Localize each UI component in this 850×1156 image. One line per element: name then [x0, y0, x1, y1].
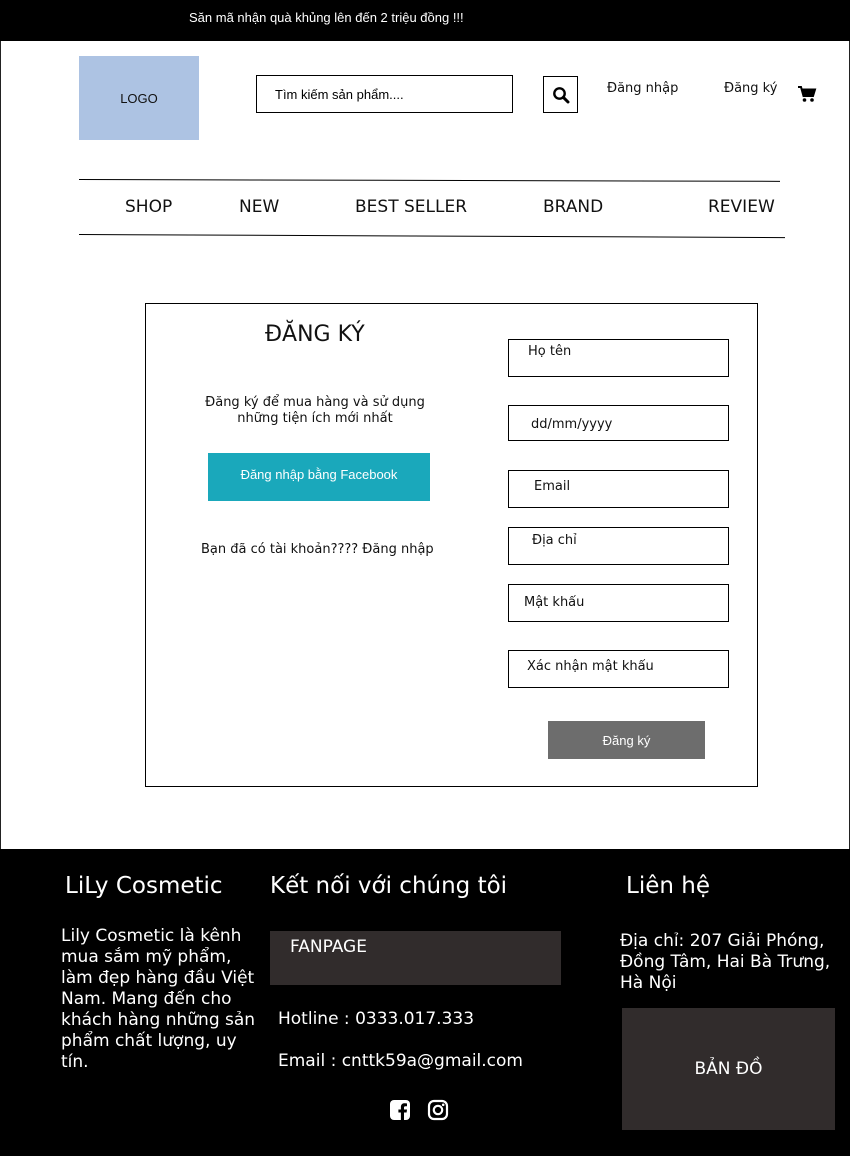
register-submit-button[interactable]: Đăng ký — [548, 721, 705, 759]
logo-text: LOGO — [120, 90, 158, 106]
footer-connect-title: Kết nối với chúng tôi — [270, 873, 508, 899]
address-field[interactable] — [508, 527, 729, 565]
footer-email[interactable]: Email : cnttk59a@gmail.com — [278, 1051, 523, 1072]
footer-address: Địa chỉ: 207 Giải Phóng, Đồng Tâm, Hai B… — [620, 931, 831, 993]
register-title: ĐĂNG KÝ — [265, 322, 365, 347]
register-description: Đăng ký để mua hàng và sử dụng những tiệ… — [205, 395, 425, 426]
confirm-password-field[interactable] — [508, 650, 729, 688]
login-link[interactable]: Đăng nhập — [607, 81, 678, 96]
fullname-field[interactable] — [508, 339, 729, 377]
promo-text: Săn mã nhận quà khủng lên đến 2 triệu đồ… — [189, 10, 464, 25]
promo-bar: Săn mã nhận quà khủng lên đến 2 triệu đồ… — [0, 0, 850, 41]
search-input[interactable] — [256, 75, 513, 113]
instagram-icon[interactable] — [427, 1099, 449, 1121]
footer-brand-title: LiLy Cosmetic — [65, 873, 223, 899]
register-link[interactable]: Đăng ký — [724, 81, 777, 96]
nav-shop[interactable]: SHOP — [125, 197, 172, 217]
footer-hotline: Hotline : 0333.017.333 — [278, 1009, 475, 1029]
search-icon — [552, 86, 569, 103]
map-label: BẢN ĐỒ — [694, 1059, 763, 1079]
fanpage-box[interactable]: FANPAGE — [270, 931, 561, 985]
nav-review[interactable]: REVIEW — [708, 197, 775, 217]
footer-contact-title: Liên hệ — [626, 873, 710, 899]
have-account-login-link[interactable]: Bạn đã có tài khoản???? Đăng nhập — [201, 542, 434, 557]
facebook-login-button[interactable]: Đăng nhập bằng Facebook — [208, 453, 430, 501]
email-field[interactable] — [508, 470, 729, 508]
map-box[interactable]: BẢN ĐỒ — [622, 1008, 835, 1130]
nav-new[interactable]: NEW — [239, 197, 279, 217]
cart-icon[interactable] — [797, 85, 817, 103]
nav-brand[interactable]: BRAND — [543, 197, 603, 217]
search-button[interactable] — [543, 76, 578, 113]
nav-best-seller[interactable]: BEST SELLER — [355, 197, 467, 217]
facebook-icon[interactable] — [389, 1099, 411, 1121]
birthday-field[interactable] — [508, 405, 729, 441]
footer-brand-description: Lily Cosmetic là kênh mua sắm mỹ phẩm, l… — [61, 926, 256, 1072]
fanpage-label: FANPAGE — [290, 937, 367, 957]
logo[interactable]: LOGO — [79, 56, 199, 140]
password-field[interactable] — [508, 584, 729, 622]
